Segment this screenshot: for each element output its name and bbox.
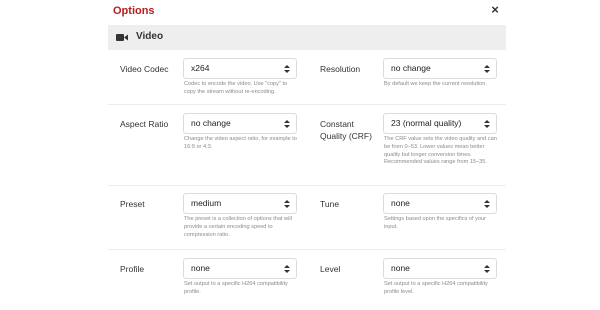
preset-help: The preset is a collection of options th… xyxy=(184,216,292,238)
crf-select[interactable]: 23 (normal quality) xyxy=(383,113,497,134)
video-codec-label: Video Codec xyxy=(120,64,169,74)
resolution-value: no change xyxy=(391,63,431,73)
level-label: Level xyxy=(320,264,341,274)
dialog-title: Options xyxy=(113,5,155,17)
select-arrows-icon xyxy=(284,120,290,128)
crf-label-line1: Constant xyxy=(320,119,355,129)
close-button[interactable]: × xyxy=(488,3,502,17)
preset-select[interactable]: medium xyxy=(183,193,297,214)
row-divider xyxy=(108,185,506,186)
select-arrows-icon xyxy=(484,65,490,73)
resolution-help: By default we keep the current resolutio… xyxy=(384,81,487,87)
preset-value: medium xyxy=(191,198,222,208)
video-codec-help: Codec to encode the video. Use "copy" to… xyxy=(184,81,288,95)
video-camera-icon xyxy=(116,34,128,41)
section-header-video: Video xyxy=(108,25,506,50)
aspect-ratio-label: Aspect Ratio xyxy=(120,119,169,129)
tune-help: Settings based upon the specifics of you… xyxy=(384,216,486,230)
level-select[interactable]: none xyxy=(383,258,497,279)
select-arrows-icon xyxy=(484,120,490,128)
level-help: Set output to a specific H264 compatibil… xyxy=(384,281,488,295)
select-arrows-icon xyxy=(484,265,490,273)
tune-value: none xyxy=(391,198,410,208)
crf-help: The CRF value sets the video quality and… xyxy=(384,136,497,166)
row-divider xyxy=(108,104,506,105)
aspect-ratio-value: no change xyxy=(191,118,231,128)
tune-label: Tune xyxy=(320,199,340,209)
select-arrows-icon xyxy=(284,65,290,73)
aspect-ratio-select[interactable]: no change xyxy=(183,113,297,134)
level-value: none xyxy=(391,263,410,273)
profile-help: Set output to a specific H264 compatibil… xyxy=(184,281,288,295)
dialog-header: Options × xyxy=(0,0,600,24)
select-arrows-icon xyxy=(284,200,290,208)
aspect-ratio-help: Change the video aspect ratio, for examp… xyxy=(184,136,297,150)
tune-select[interactable]: none xyxy=(383,193,497,214)
crf-label-line2: Quality (CRF) xyxy=(320,131,372,141)
select-arrows-icon xyxy=(284,265,290,273)
resolution-select[interactable]: no change xyxy=(383,58,497,79)
profile-value: none xyxy=(191,263,210,273)
section-title: Video xyxy=(136,31,164,42)
profile-select[interactable]: none xyxy=(183,258,297,279)
video-codec-select[interactable]: x264 xyxy=(183,58,297,79)
video-codec-value: x264 xyxy=(191,63,210,73)
crf-value: 23 (normal quality) xyxy=(391,118,462,128)
crf-label: Constant Quality (CRF) xyxy=(320,118,372,142)
preset-label: Preset xyxy=(120,199,145,209)
resolution-label: Resolution xyxy=(320,64,361,74)
profile-label: Profile xyxy=(120,264,145,274)
select-arrows-icon xyxy=(484,200,490,208)
row-divider xyxy=(108,249,506,250)
